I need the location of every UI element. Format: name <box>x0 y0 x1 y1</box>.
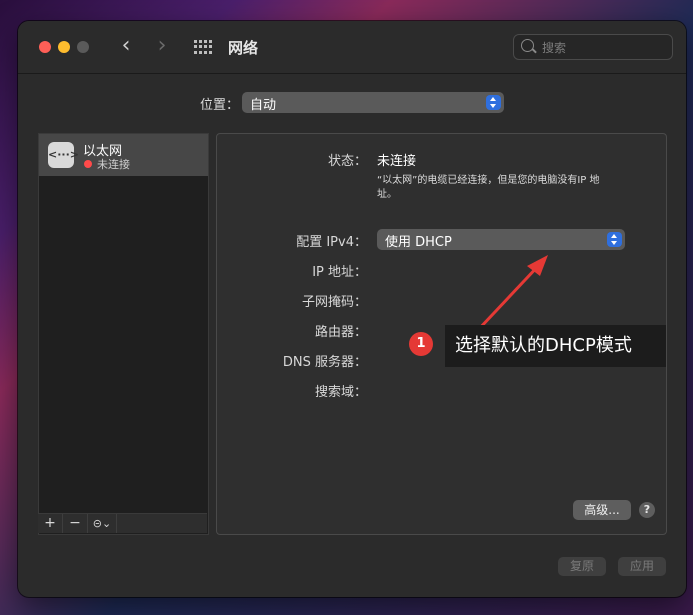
annotation-callout: 选择默认的DHCP模式 <box>445 325 666 367</box>
annotation-number-badge: 1 <box>409 332 433 356</box>
annotation-arrow <box>476 255 548 332</box>
